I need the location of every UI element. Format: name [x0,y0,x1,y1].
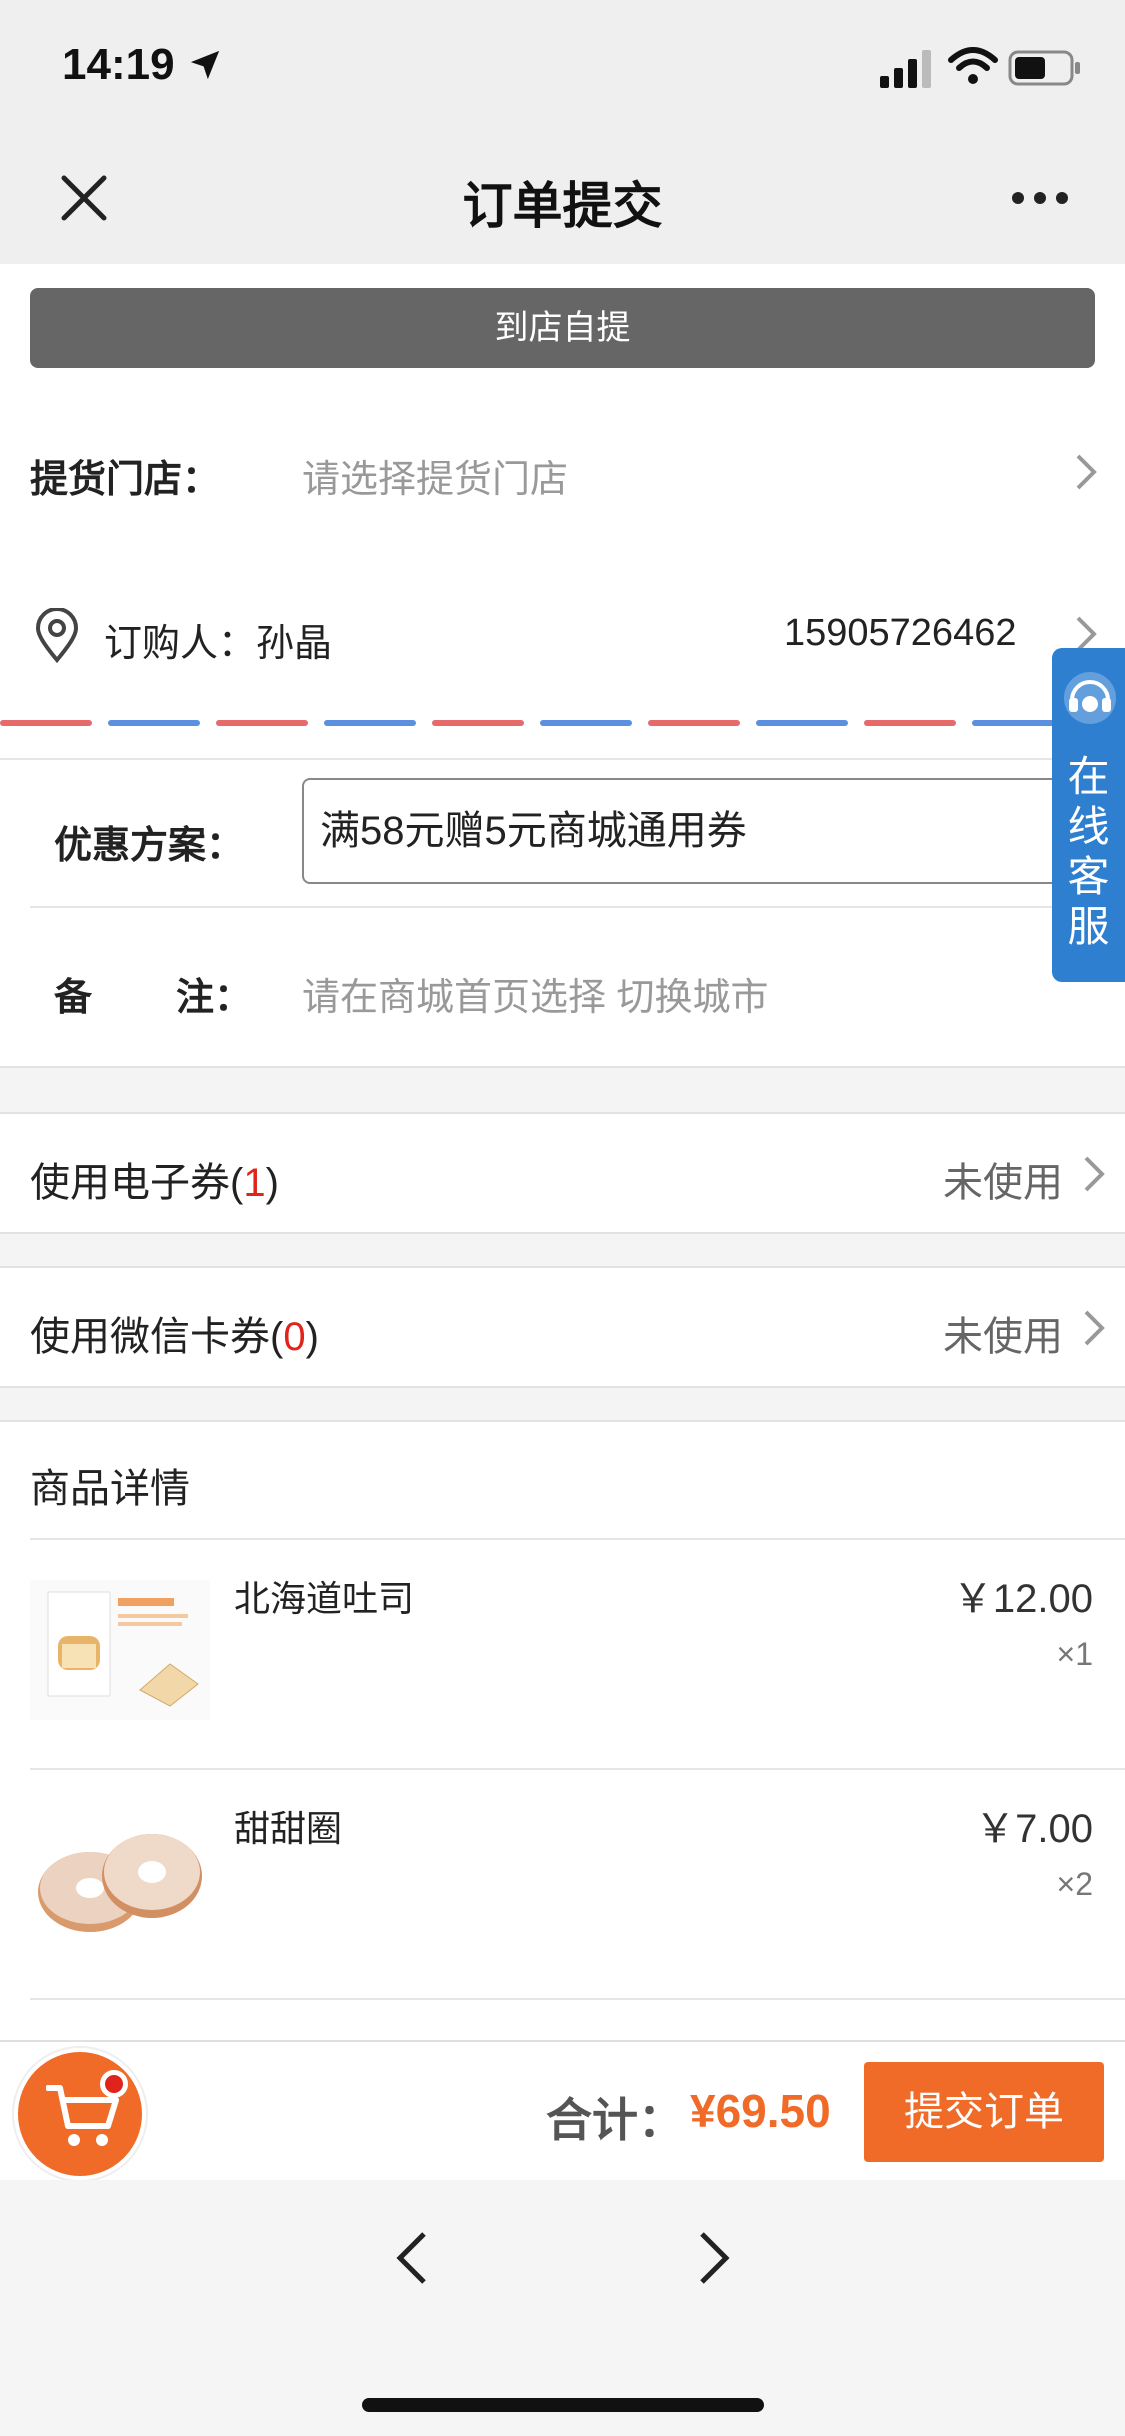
product-name: 北海道吐司 [234,1578,415,1619]
customer-service-button[interactable]: 在线客服 [1052,648,1125,982]
e-coupon-status: 未使用 [943,1161,1063,1205]
pickup-mode-button[interactable]: 到店自提 [30,288,1095,368]
buyer-phone: 15905726462 [784,612,1017,654]
home-indicator [362,2398,764,2412]
divider [0,758,1125,760]
remark-label-a: 备 [54,977,93,1019]
toast-image [30,1580,210,1720]
location-pin-icon [35,608,79,664]
promotion-label: 优惠方案： [54,825,245,867]
e-coupon-label: 使用电子券(1) [30,1161,279,1205]
list-item[interactable]: 北海道吐司 ￥12.00 ×1 [0,1540,1125,1770]
back-arrow-icon[interactable] [394,2230,430,2286]
list-item[interactable]: 甜甜圈 ￥7.00 ×2 [0,1770,1125,2000]
status-bar: 14:19 [0,0,1125,132]
wechat-coupon-row[interactable]: 使用微信卡券(0) 未使用 [0,1268,1125,1386]
forward-arrow-icon[interactable] [696,2230,732,2286]
customer-service-label: 在线客服 [1067,753,1110,950]
product-price: ￥12.00 [952,1577,1093,1621]
airmail-divider [0,720,1125,728]
divider [30,906,1125,908]
nav-bar: 订单提交 [0,132,1125,264]
browser-nav-bar [0,2180,1125,2436]
donut-image [30,1810,210,1950]
status-time: 14:19 [62,40,175,89]
products-section-title: 商品详情 [30,1467,190,1511]
page-title: 订单提交 [462,178,663,234]
section-gap [0,1066,1125,1114]
wifi-icon [948,47,998,84]
wechat-coupon-label: 使用微信卡券(0) [30,1315,319,1359]
total-amount: ¥69.50 [690,2085,831,2137]
wechat-coupon-status: 未使用 [943,1315,1063,1359]
product-price: ￥7.00 [975,1807,1093,1851]
more-icon[interactable] [1010,190,1070,206]
store-placeholder: 请选择提货门店 [302,459,569,501]
headset-icon [1064,672,1116,724]
chevron-right-icon [1076,454,1097,490]
cart-button[interactable] [14,2048,146,2180]
remark-label-b: 注： [176,977,253,1019]
section-gap [0,1386,1125,1422]
store-label: 提货门店： [30,459,221,501]
location-arrow-icon [190,50,220,80]
e-coupon-row[interactable]: 使用电子券(1) 未使用 [0,1114,1125,1232]
divider [30,1998,1125,2000]
chevron-right-icon [1084,1156,1105,1192]
submit-order-button[interactable]: 提交订单 [864,2062,1104,2162]
product-quantity: ×1 [1056,1636,1093,1672]
buyer-name: 订购人：孙晶 [104,623,333,665]
promotion-select[interactable]: 满58元赠5元商城通用券 [302,778,1102,884]
battery-icon [1008,50,1080,86]
product-name: 甜甜圈 [234,1808,343,1849]
checkout-bar: 合计： ¥69.50 提交订单 [0,2040,1125,2180]
product-quantity: ×2 [1056,1866,1093,1902]
cart-badge [100,2070,128,2098]
signal-icon [880,50,931,88]
total-label: 合计： [546,2094,684,2146]
chevron-right-icon [1084,1310,1105,1346]
remark-input[interactable]: 请在商城首页选择 切换城市 [302,966,769,1021]
section-gap [0,1232,1125,1268]
